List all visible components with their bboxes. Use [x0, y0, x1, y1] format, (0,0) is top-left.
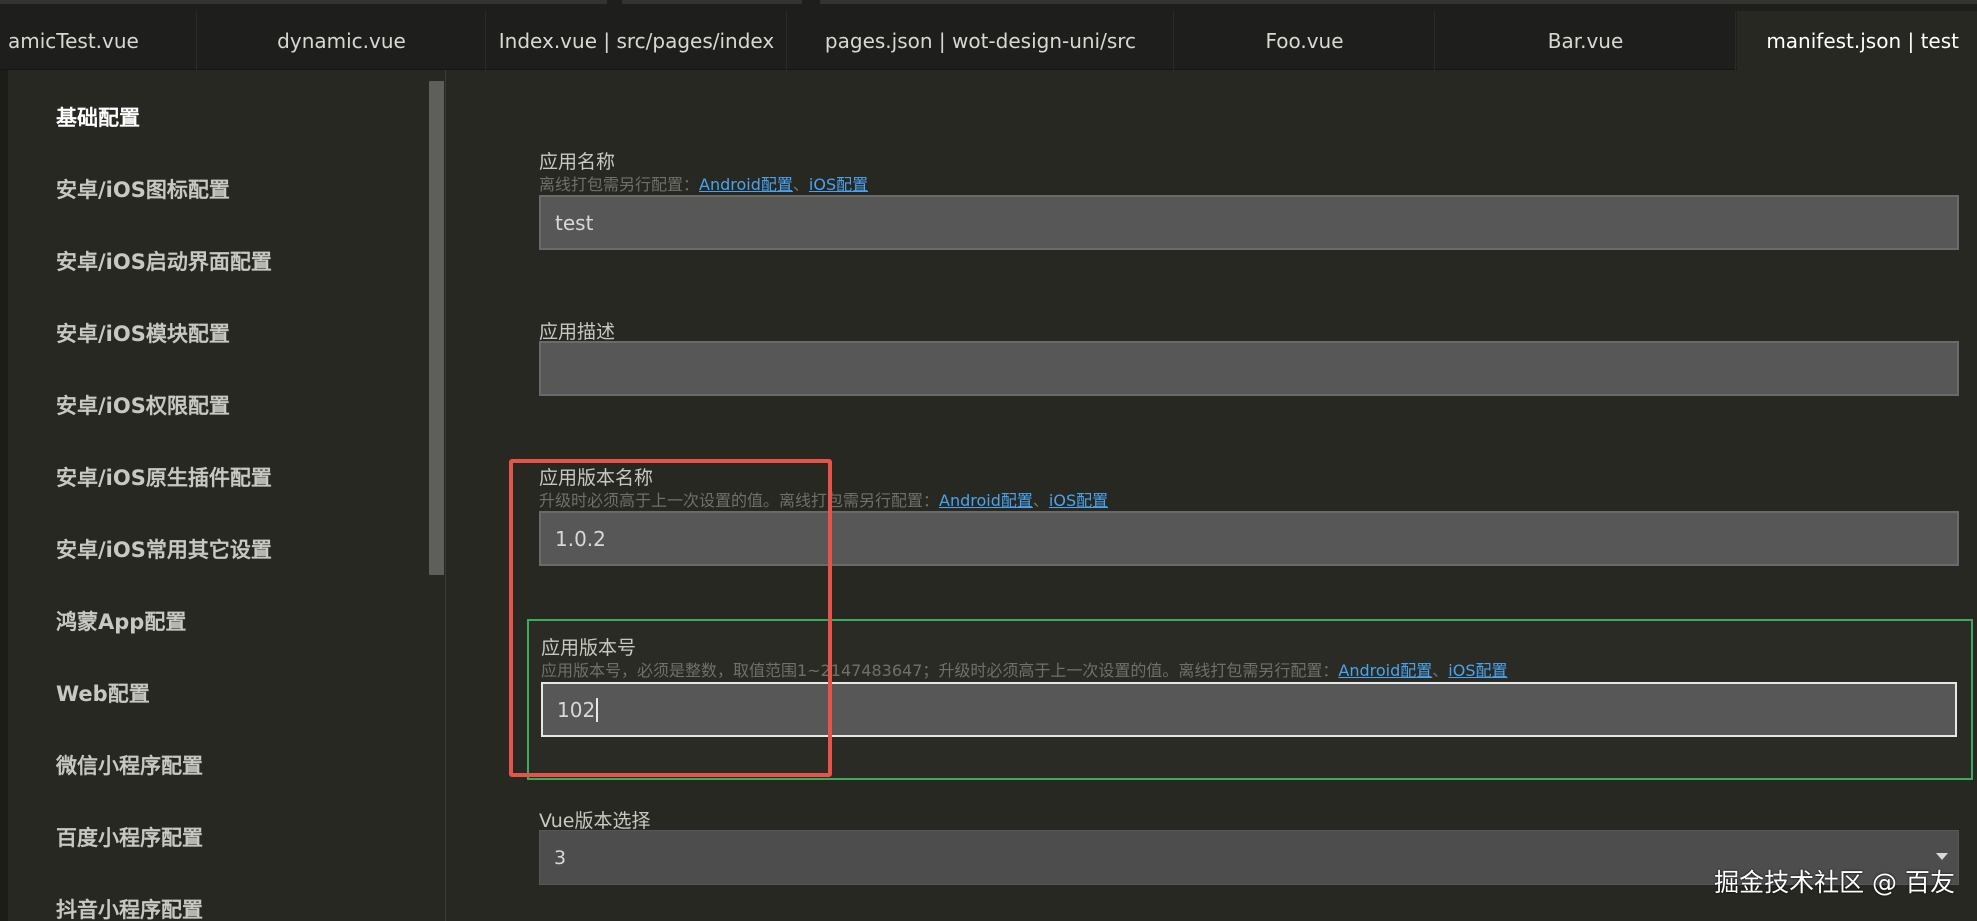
top-strip — [0, 0, 1977, 11]
sidebar-item-native-plugins[interactable]: 安卓/iOS原生插件配置 — [56, 457, 272, 497]
sidebar-item-modules[interactable]: 安卓/iOS模块配置 — [56, 313, 230, 353]
link-separator: 、 — [792, 175, 809, 194]
app-description-label: 应用描述 — [539, 321, 616, 343]
tab-dynamic-vue[interactable]: dynamic.vue — [198, 11, 486, 70]
app-name-desc-text: 离线打包需另行配置： — [539, 175, 700, 194]
app-name-input[interactable]: test — [539, 195, 1959, 250]
tab-label: Index.vue | src/pages/index — [498, 28, 775, 53]
version-name-desc-text: 升级时必须高于上一次设置的值。离线打包需另行配置： — [539, 491, 940, 510]
sidebar-item-permissions[interactable]: 安卓/iOS权限配置 — [56, 385, 230, 425]
sidebar-item-web[interactable]: Web配置 — [56, 673, 150, 713]
ios-config-link[interactable]: iOS配置 — [1049, 491, 1108, 510]
sidebar-scrollbar[interactable] — [429, 81, 444, 575]
version-name-label: 应用版本名称 — [539, 467, 654, 489]
version-code-desc-text: 应用版本号，必须是整数，取值范围1~2147483647；升级时必须高于上一次设… — [541, 661, 1339, 680]
sidebar-item-douyin[interactable]: 抖音小程序配置 — [56, 889, 203, 921]
sidebar-item-label: Web配置 — [56, 682, 150, 706]
sidebar-item-label: 安卓/iOS原生插件配置 — [56, 466, 272, 490]
android-config-link[interactable]: Android配置 — [1338, 661, 1432, 680]
sidebar-item-icons[interactable]: 安卓/iOS图标配置 — [56, 169, 230, 209]
sidebar-item-label: 百度小程序配置 — [56, 826, 203, 850]
ios-config-link[interactable]: iOS配置 — [1448, 661, 1507, 680]
dropdown-arrow-icon — [1936, 853, 1948, 860]
version-code-description: 应用版本号，必须是整数，取值范围1~2147483647；升级时必须高于上一次设… — [541, 657, 1507, 681]
tab-foo-vue[interactable]: Foo.vue — [1175, 11, 1435, 70]
version-name-input[interactable]: 1.0.2 — [539, 511, 1959, 566]
sidebar-item-label: 安卓/iOS启动界面配置 — [56, 250, 272, 274]
sidebar-item-baidu[interactable]: 百度小程序配置 — [56, 817, 203, 857]
android-config-link[interactable]: Android配置 — [939, 491, 1033, 510]
tab-label: Bar.vue — [1547, 28, 1624, 53]
sidebar-item-harmony[interactable]: 鸿蒙App配置 — [56, 601, 186, 641]
vue-version-value: 3 — [554, 846, 567, 869]
version-code-input[interactable]: 102 — [541, 682, 1957, 737]
sidebar-item-splash[interactable]: 安卓/iOS启动界面配置 — [56, 241, 272, 281]
sidebar-item-other-settings[interactable]: 安卓/iOS常用其它设置 — [56, 529, 272, 569]
app-name-value: test — [555, 210, 594, 235]
sidebar-item-wechat[interactable]: 微信小程序配置 — [56, 745, 203, 785]
top-strip-segment — [820, 0, 1977, 4]
sidebar-item-label: 安卓/iOS图标配置 — [56, 178, 230, 202]
tab-bar-vue[interactable]: Bar.vue — [1436, 11, 1736, 70]
app-description-input[interactable] — [539, 341, 1959, 396]
sidebar-item-label: 基础配置 — [56, 106, 140, 130]
sidebar-item-basic[interactable]: 基础配置 — [56, 97, 140, 137]
settings-sidebar: 基础配置 安卓/iOS图标配置 安卓/iOS启动界面配置 安卓/iOS模块配置 … — [0, 70, 446, 921]
tab-index-vue[interactable]: Index.vue | src/pages/index — [487, 11, 787, 70]
version-code-label: 应用版本号 — [541, 637, 637, 659]
sidebar-item-label: 安卓/iOS常用其它设置 — [56, 538, 272, 562]
tab-label: dynamic.vue — [277, 28, 406, 53]
version-name-description: 升级时必须高于上一次设置的值。离线打包需另行配置：Android配置、iOS配置 — [539, 487, 1108, 511]
tab-label: manifest.json | test — [1766, 28, 1959, 53]
vue-version-label: Vue版本选择 — [539, 810, 651, 832]
tab-label: Foo.vue — [1265, 28, 1344, 53]
android-config-link[interactable]: Android配置 — [699, 175, 793, 194]
sidebar-item-label: 安卓/iOS模块配置 — [56, 322, 230, 346]
text-caret — [596, 697, 599, 722]
tab-amictest-vue[interactable]: amicTest.vue — [0, 11, 197, 70]
top-strip-segment — [622, 0, 802, 4]
sidebar-item-label: 微信小程序配置 — [56, 754, 203, 778]
ios-config-link[interactable]: iOS配置 — [809, 175, 868, 194]
link-separator: 、 — [1432, 661, 1449, 680]
tab-label: pages.json | wot-design-uni/src — [824, 28, 1137, 53]
version-name-value: 1.0.2 — [555, 526, 606, 551]
editor-tab-bar: amicTest.vue dynamic.vue Index.vue | src… — [0, 11, 1977, 70]
tab-pages-json[interactable]: pages.json | wot-design-uni/src — [788, 11, 1174, 70]
app-name-label: 应用名称 — [539, 151, 616, 173]
settings-form: 应用名称 离线打包需另行配置：Android配置、iOS配置 test 应用描述… — [447, 70, 1977, 921]
link-separator: 、 — [1032, 491, 1049, 510]
sidebar-item-label: 抖音小程序配置 — [56, 898, 203, 921]
app-name-description: 离线打包需另行配置：Android配置、iOS配置 — [539, 171, 868, 195]
watermark: 掘金技术社区 @ 百友 — [1714, 868, 1955, 897]
tab-manifest-json[interactable]: manifest.json | test — [1737, 11, 1977, 70]
sidebar-left-edge — [0, 70, 8, 921]
tab-label: amicTest.vue — [8, 28, 139, 53]
sidebar-item-label: 安卓/iOS权限配置 — [56, 394, 230, 418]
version-code-value: 102 — [557, 697, 596, 722]
top-strip-segment — [0, 0, 607, 4]
sidebar-item-label: 鸿蒙App配置 — [56, 610, 187, 634]
